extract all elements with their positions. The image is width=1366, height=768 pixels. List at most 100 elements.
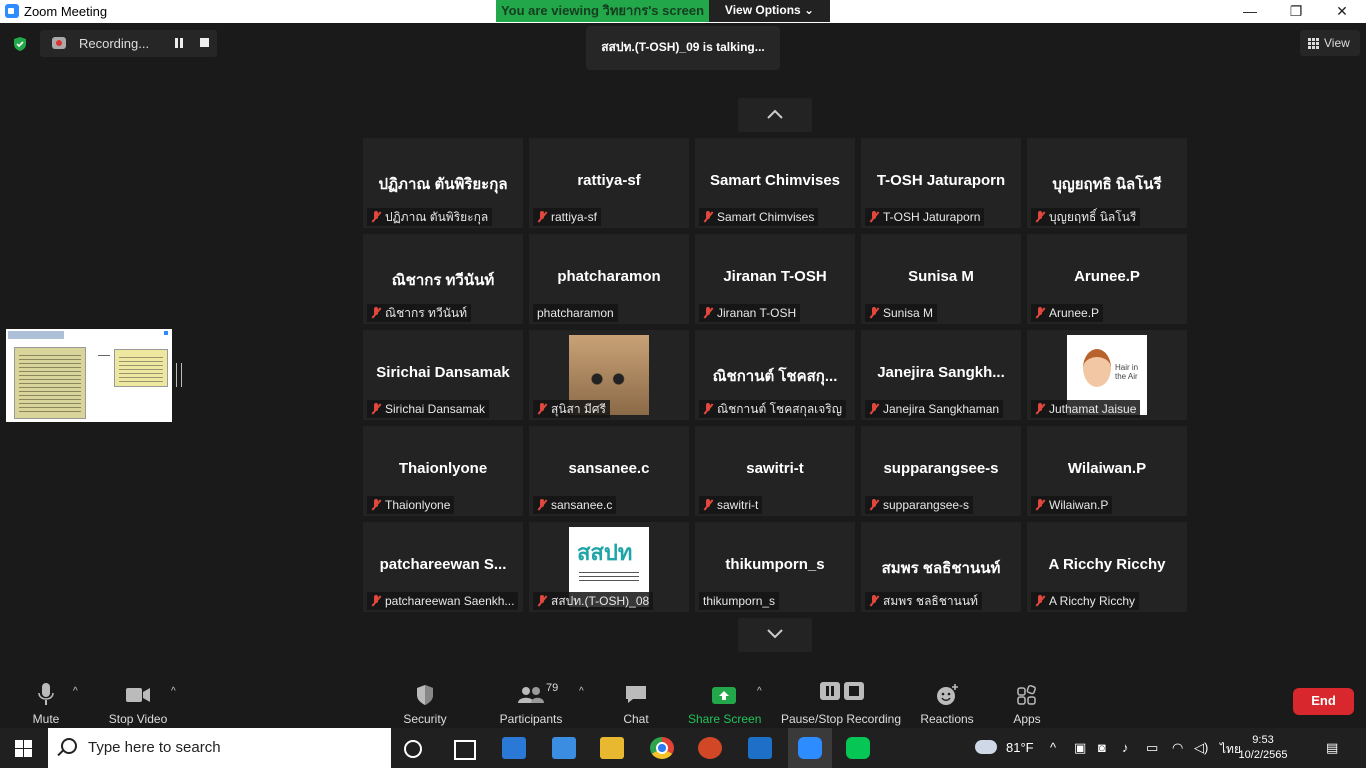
participant-tile[interactable]: สุนิสา มีศรี <box>529 330 689 420</box>
participant-tile[interactable]: Wilaiwan.P Wilaiwan.P <box>1027 426 1187 516</box>
caption-text: Sunisa M <box>883 306 934 320</box>
taskbar-search-box[interactable]: Type here to search <box>48 728 391 768</box>
file-explorer-icon[interactable] <box>600 737 624 759</box>
caption-text: phatcharamon <box>537 306 614 320</box>
participant-tile[interactable]: ปฏิภาณ ตันพิริยะกุล ปฏิภาณ ตันพิริยะกุล <box>363 138 523 228</box>
share-options-caret[interactable]: ^ <box>757 686 762 697</box>
notifications-icon[interactable]: ▤ <box>1326 740 1338 756</box>
close-button[interactable]: ✕ <box>1319 0 1365 23</box>
participant-tile[interactable]: Janejira Sangkh... Janejira Sangkhaman <box>861 330 1021 420</box>
participants-count: 79 <box>546 682 559 694</box>
stop-video-button[interactable]: Stop Video <box>106 682 170 726</box>
participant-tile[interactable]: สสปท.(T-OSH)_08 <box>529 522 689 612</box>
mic-muted-icon <box>371 403 381 415</box>
participant-tile[interactable]: ณิชกานต์ โชคสกุ... ณิชกานต์ โชคสกุลเจริญ <box>695 330 855 420</box>
cortana-icon[interactable] <box>404 740 422 758</box>
pause-stop-recording-button[interactable]: Pause/Stop Recording <box>780 682 902 726</box>
reactions-label: Reactions <box>920 712 974 726</box>
participants-options-caret[interactable]: ^ <box>579 686 584 697</box>
participant-tile[interactable]: T-OSH Jaturaporn T-OSH Jaturaporn <box>861 138 1021 228</box>
thumbnail-header <box>8 331 64 339</box>
apps-button[interactable]: Apps <box>1010 682 1044 726</box>
participant-name-caption: Wilaiwan.P <box>1031 496 1113 514</box>
participant-tile[interactable]: Juthamat Jaisue <box>1027 330 1187 420</box>
security-button[interactable]: Security <box>400 682 450 726</box>
participant-tile[interactable]: thikumporn_s thikumporn_s <box>695 522 855 612</box>
battery-icon[interactable]: ▭ <box>1146 740 1158 756</box>
weather-cloud-icon <box>975 740 997 754</box>
windows-start-icon[interactable] <box>15 740 32 757</box>
participant-name-caption: ณิชากร ทวีนันท์ <box>367 304 472 322</box>
participant-tile[interactable]: sansanee.c sansanee.c <box>529 426 689 516</box>
participant-tile[interactable]: sawitri-t sawitri-t <box>695 426 855 516</box>
participant-display-name: patchareewan S... <box>379 556 507 573</box>
participant-tile[interactable]: สมพร ชลธิชานนท์ สมพร ชลธิชานนท์ <box>861 522 1021 612</box>
participant-tile[interactable]: ณิชากร ทวีนันท์ ณิชากร ทวีนันท์ <box>363 234 523 324</box>
taskbar-clock[interactable]: 9:53 10/2/2565 <box>1238 733 1288 763</box>
mail-icon[interactable] <box>552 737 576 759</box>
media-player-icon[interactable] <box>748 737 772 759</box>
mic-muted-icon <box>371 211 381 223</box>
participant-tile[interactable]: rattiya-sf rattiya-sf <box>529 138 689 228</box>
view-options-button[interactable]: View Options ⌄ <box>709 0 830 22</box>
participant-name-caption: sawitri-t <box>699 496 763 514</box>
participant-tile[interactable]: phatcharamon phatcharamon <box>529 234 689 324</box>
webcam-icon[interactable]: ◙ <box>1098 740 1106 755</box>
show-hidden-icons-caret[interactable]: ^ <box>1050 740 1056 755</box>
stop-recording-icon[interactable] <box>200 38 209 47</box>
participant-tile[interactable]: Sirichai Dansamak Sirichai Dansamak <box>363 330 523 420</box>
participant-tile[interactable]: patchareewan S... patchareewan Saenkh... <box>363 522 523 612</box>
chrome-icon[interactable] <box>650 737 674 759</box>
participant-tile[interactable]: Jiranan T-OSH Jiranan T-OSH <box>695 234 855 324</box>
line-app-icon[interactable] <box>846 737 870 759</box>
thumbnail-arrow <box>98 355 110 356</box>
participant-tile[interactable]: Thaionlyone Thaionlyone <box>363 426 523 516</box>
volume-icon[interactable]: ◁) <box>1194 740 1208 756</box>
participant-name-caption: Jiranan T-OSH <box>699 304 801 322</box>
thumbnail-document-right <box>114 349 168 387</box>
participant-display-name: phatcharamon <box>557 268 661 285</box>
participant-tile[interactable]: Samart Chimvises Samart Chimvises <box>695 138 855 228</box>
participant-name-caption: Sunisa M <box>865 304 938 322</box>
view-button[interactable]: View <box>1300 30 1360 56</box>
zoom-taskbar-icon[interactable] <box>798 737 822 759</box>
weather-temperature[interactable]: 81°F <box>1006 740 1034 755</box>
participant-tile[interactable]: Sunisa M Sunisa M <box>861 234 1021 324</box>
participant-tile[interactable]: บุญยฤทธิ นิลโนรี บุญยฤทธิ์ นิลโนรี <box>1027 138 1187 228</box>
chat-button[interactable]: Chat <box>616 682 656 726</box>
participant-tile[interactable]: Arunee.P Arunee.P <box>1027 234 1187 324</box>
gallery-page-down-button[interactable] <box>738 618 812 652</box>
participants-button[interactable]: 79 Participants <box>498 682 564 726</box>
microphone-tray-icon[interactable]: ♪ <box>1122 740 1129 755</box>
mic-muted-icon <box>869 403 879 415</box>
wifi-icon[interactable]: ◠ <box>1172 740 1183 756</box>
video-options-caret[interactable]: ^ <box>171 686 176 697</box>
mic-muted-icon <box>371 307 381 319</box>
caption-text: ปฏิภาณ ตันพิริยะกุล <box>385 210 489 224</box>
restore-button[interactable]: ❐ <box>1273 0 1319 23</box>
gallery-page-up-button[interactable] <box>738 98 812 132</box>
participant-name-caption: สสปท.(T-OSH)_08 <box>533 592 654 610</box>
clock-date: 10/2/2565 <box>1238 749 1288 761</box>
reactions-button[interactable]: Reactions <box>920 682 974 726</box>
minimize-button[interactable]: — <box>1227 0 1273 23</box>
shared-screen-thumbnail[interactable] <box>6 329 172 422</box>
mute-button[interactable]: Mute <box>26 682 66 726</box>
share-screen-button[interactable]: Share Screen <box>688 682 762 726</box>
encryption-shield-icon[interactable] <box>12 36 28 52</box>
participant-tile[interactable]: A Ricchy Ricchy A Ricchy Ricchy <box>1027 522 1187 612</box>
share-screen-label: Share Screen <box>688 712 762 726</box>
audio-options-caret[interactable]: ^ <box>73 686 78 697</box>
participant-display-name: rattiya-sf <box>577 172 641 189</box>
mic-muted-icon <box>703 403 713 415</box>
participant-name-caption: A Ricchy Ricchy <box>1031 592 1140 610</box>
participant-tile[interactable]: supparangsee-s supparangsee-s <box>861 426 1021 516</box>
pause-recording-icon[interactable] <box>174 38 184 48</box>
microsoft-store-icon[interactable] <box>502 737 526 759</box>
meet-now-icon[interactable]: ▣ <box>1074 740 1086 756</box>
task-view-icon[interactable] <box>454 740 476 760</box>
powerpoint-icon[interactable] <box>698 737 722 759</box>
security-shield-icon <box>417 685 433 705</box>
end-meeting-button[interactable]: End <box>1293 688 1354 715</box>
thumbnail-resize-handle[interactable] <box>176 363 182 387</box>
